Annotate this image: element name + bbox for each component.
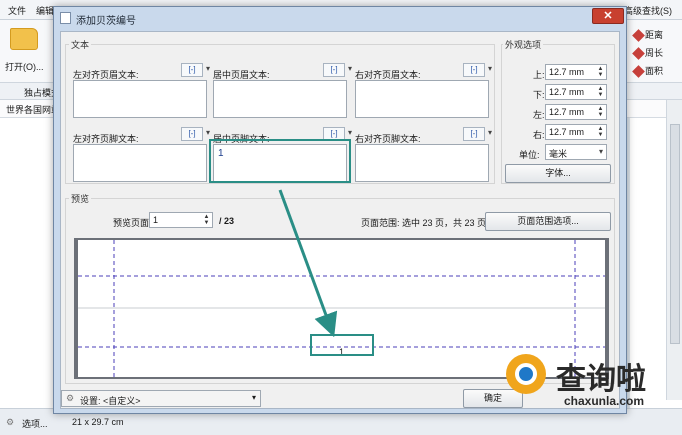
- arrow-line: [278, 189, 338, 338]
- site-watermark: 查询啦 chaxunla.com: [500, 350, 682, 435]
- watermark-logo-icon: [506, 354, 546, 394]
- watermark-cn: 查询啦: [556, 363, 646, 396]
- watermark-url: chaxunla.com: [564, 394, 645, 408]
